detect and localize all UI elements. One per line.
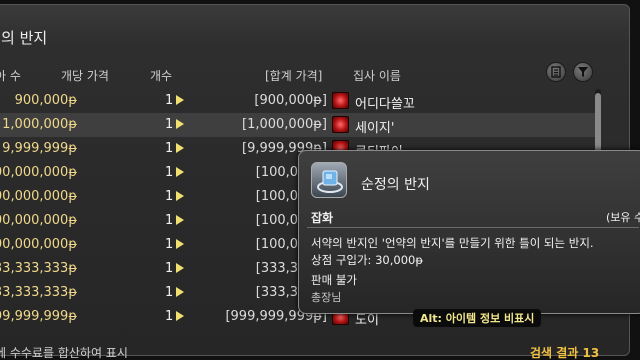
play-arrow-icon <box>176 239 184 249</box>
listing-row[interactable]: 1,000,000ᵽ 1 [1,000,000ᵽ] 세이지' <box>0 113 595 137</box>
unit-price: 333,333,333ᵽ <box>0 285 77 300</box>
tooltip-shop-price: 상점 구입가: 30,000ᵽ <box>311 253 423 267</box>
unit-price: 900,000ᵽ <box>14 93 77 108</box>
retainer-icon <box>332 116 349 133</box>
unit-price: 100,000,000ᵽ <box>0 165 77 180</box>
item-count: 1 <box>165 93 174 108</box>
header-total-price[interactable]: [합계 가격] <box>265 67 322 84</box>
retainer-icon <box>332 92 349 109</box>
unit-price: 100,000,000ᵽ <box>0 189 77 204</box>
item-count: 1 <box>165 165 174 180</box>
header-retainer-name[interactable]: 집사 이름 <box>353 67 401 84</box>
tooltip-owned-count: (보유 수 <box>606 211 640 224</box>
header-quantity[interactable]: 아 수 <box>0 67 21 84</box>
item-count: 1 <box>165 237 174 252</box>
play-arrow-icon <box>176 311 184 321</box>
play-arrow-icon <box>176 191 184 201</box>
item-tooltip: 순정의 반지 잡화 (보유 수 서약의 반지인 '언약의 반지'를 만들기 위한… <box>298 150 640 314</box>
play-arrow-icon <box>176 215 184 225</box>
tooltip-owner: 총장님 <box>311 291 342 304</box>
filter-button[interactable] <box>573 62 593 82</box>
item-count: 1 <box>165 189 174 204</box>
window-title: 의 반지 <box>1 29 48 47</box>
filter-icon <box>578 67 588 77</box>
play-arrow-icon <box>176 143 184 153</box>
ring-icon <box>311 162 347 198</box>
retainer-name: 세이지' <box>355 121 395 136</box>
unit-price: 100,000,000ᵽ <box>0 213 77 228</box>
unit-price: 9,999,999ᵽ <box>2 141 77 156</box>
play-arrow-icon <box>176 287 184 297</box>
play-arrow-icon <box>176 167 184 177</box>
item-count: 1 <box>165 261 174 276</box>
alt-key-hint: Alt: 아이템 정보 비표시 <box>413 309 542 327</box>
tooltip-unsellable: 판매 불가 <box>311 273 357 287</box>
tooltip-category: 잡화 <box>311 211 334 225</box>
search-result-count: 검색 결과 13 <box>530 346 600 360</box>
unit-price: 1,000,000ᵽ <box>2 117 77 132</box>
list-button[interactable] <box>546 62 566 82</box>
scrollbar-thumb[interactable] <box>595 93 601 157</box>
unit-price: 100,000,000ᵽ <box>0 237 77 252</box>
play-arrow-icon <box>176 119 184 129</box>
tooltip-description: 서약의 반지인 '언약의 반지'를 만들기 위한 틀이 되는 반지. <box>311 236 594 250</box>
unit-price: 999,999,999ᵽ <box>0 309 77 324</box>
total-price: [1,000,000ᵽ] <box>242 117 327 132</box>
tooltip-divider <box>307 227 639 228</box>
play-arrow-icon <box>176 95 184 105</box>
header-count[interactable]: 개수 <box>150 67 172 84</box>
item-count: 1 <box>165 213 174 228</box>
retainer-name: 어디다쓸꼬 <box>355 97 415 112</box>
item-count: 1 <box>165 141 174 156</box>
item-count: 1 <box>165 117 174 132</box>
play-arrow-icon <box>176 263 184 273</box>
item-count: 1 <box>165 285 174 300</box>
list-icon <box>551 66 561 78</box>
fee-note: 에 수수료를 합산하여 표시 <box>0 346 128 360</box>
item-count: 1 <box>165 309 174 324</box>
tooltip-item-name: 순정의 반지 <box>361 177 430 193</box>
total-price: [900,000ᵽ] <box>254 93 327 108</box>
header-unit-price[interactable]: 개당 가격 <box>61 67 109 84</box>
listing-row[interactable]: 900,000ᵽ 1 [900,000ᵽ] 어디다쓸꼬 <box>0 89 595 113</box>
unit-price: 333,333,333ᵽ <box>0 261 77 276</box>
column-headers: 아 수 개당 가격 개수 [합계 가격] 집사 이름 <box>0 67 605 83</box>
